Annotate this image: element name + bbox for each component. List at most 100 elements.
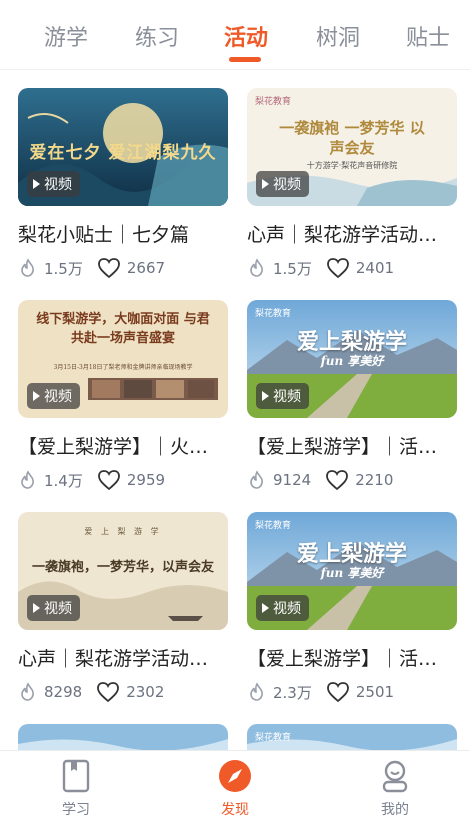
nav-discover[interactable]: 发现 bbox=[195, 759, 275, 819]
heart-icon[interactable] bbox=[326, 681, 350, 703]
thumbnail-text: 一袭旗袍，一梦芳华，以声会友 bbox=[31, 560, 214, 575]
thumbnail-subtext: fun 享美好 bbox=[320, 566, 384, 580]
heart-count: 2959 bbox=[126, 471, 166, 489]
heart-count: 2401 bbox=[355, 259, 395, 277]
video-card-partial[interactable] bbox=[18, 724, 228, 750]
video-card[interactable]: 梨花教育 爱上梨游学 fun 享美好 视频 【爱上梨游学】｜活… 9124 22… bbox=[247, 300, 457, 491]
video-badge: 视频 bbox=[256, 595, 309, 621]
card-title[interactable]: 梨花小贴士｜七夕篇 bbox=[18, 220, 232, 247]
tab-tieshi[interactable]: 贴士 bbox=[406, 20, 450, 52]
like-count: 2.3万 bbox=[273, 683, 312, 702]
play-icon bbox=[262, 603, 269, 613]
nav-label: 我的 bbox=[381, 802, 409, 818]
thumbnail-subtext: fun 享美好 bbox=[320, 354, 384, 368]
activity-feed[interactable]: 爱在七夕 爱江湖梨九久 视频 梨花小贴士｜七夕篇 1.5万 2667 梨花教育 … bbox=[0, 70, 470, 750]
card-title[interactable]: 心声｜梨花游学活动… bbox=[18, 644, 232, 671]
video-card[interactable]: 梨花教育 爱上梨游学 fun 享美好 视频 【爱上梨游学】｜活… 2.3万 25… bbox=[247, 512, 457, 703]
video-badge: 视频 bbox=[27, 171, 80, 197]
nav-profile[interactable]: 我的 bbox=[355, 759, 435, 819]
thumbnail-text: 爱在七夕 爱江湖梨九久 bbox=[29, 143, 217, 163]
video-card-partial[interactable]: 梨花教育 bbox=[247, 724, 457, 750]
flame-icon bbox=[250, 258, 263, 277]
badge-label: 视频 bbox=[44, 177, 72, 193]
active-tab-indicator bbox=[229, 57, 261, 62]
brand-logo: 梨花教育 bbox=[255, 97, 292, 107]
video-badge: 视频 bbox=[256, 383, 309, 409]
video-thumbnail[interactable]: 爱 上 梨 游 学 一袭旗袍，一梦芳华，以声会友 视频 bbox=[18, 512, 228, 630]
nav-label: 学习 bbox=[62, 802, 90, 818]
card-stats: 9124 2210 bbox=[247, 469, 457, 491]
thumbnail-subtext: 十方游学·梨花声音研修院 bbox=[306, 161, 398, 170]
tab-youxue[interactable]: 游学 bbox=[44, 20, 88, 52]
video-thumbnail[interactable]: 梨花教育 bbox=[247, 724, 457, 750]
card-stats: 1.5万 2401 bbox=[247, 257, 457, 279]
bottom-nav: 学习 发现 我的 bbox=[0, 750, 470, 820]
video-badge: 视频 bbox=[256, 171, 309, 197]
landscape-artwork bbox=[18, 724, 228, 750]
heart-icon[interactable] bbox=[96, 681, 120, 703]
video-thumbnail[interactable]: 爱在七夕 爱江湖梨九久 视频 bbox=[18, 88, 228, 206]
play-icon bbox=[33, 603, 40, 613]
flame-icon bbox=[250, 682, 263, 701]
brand-logo: 梨花教育 bbox=[255, 309, 292, 319]
video-thumbnail[interactable]: 梨花教育 爱上梨游学 fun 享美好 视频 bbox=[247, 512, 457, 630]
video-card[interactable]: 爱 上 梨 游 学 一袭旗袍，一梦芳华，以声会友 视频 心声｜梨花游学活动… 8… bbox=[18, 512, 228, 703]
heart-count: 2302 bbox=[126, 683, 165, 701]
like-count: 1.5万 bbox=[44, 259, 83, 278]
heart-count: 2667 bbox=[126, 259, 166, 277]
video-card[interactable]: 梨花教育 一袭旗袍 一梦芳华 以声会友 十方游学·梨花声音研修院 视频 心声｜梨… bbox=[247, 88, 457, 279]
video-card[interactable]: 线下梨游学，大咖面对面 与君共赴一场声音盛宴 3月15日-3月18日了梨老师和金… bbox=[18, 300, 228, 491]
video-thumbnail[interactable] bbox=[18, 724, 228, 750]
thumbnail-subtext: 3月15日-3月18日了梨老师和金牌讲师亲临现场教学 bbox=[53, 364, 193, 371]
heart-icon[interactable] bbox=[326, 257, 350, 279]
like-count: 8298 bbox=[44, 683, 83, 701]
book-icon bbox=[62, 759, 90, 793]
heart-icon[interactable] bbox=[97, 257, 121, 279]
brand-logo: 梨花教育 bbox=[255, 733, 292, 743]
badge-label: 视频 bbox=[44, 601, 72, 617]
thumbnail-text: 一袭旗袍 一梦芳华 以声会友 bbox=[279, 119, 425, 157]
heart-count: 2501 bbox=[355, 683, 395, 701]
flame-icon bbox=[21, 470, 34, 489]
card-stats: 1.5万 2667 bbox=[18, 257, 228, 279]
profile-icon bbox=[382, 760, 408, 793]
badge-label: 视频 bbox=[44, 389, 72, 405]
like-count: 1.5万 bbox=[273, 259, 312, 278]
video-thumbnail[interactable]: 梨花教育 爱上梨游学 fun 享美好 视频 bbox=[247, 300, 457, 418]
heart-icon[interactable] bbox=[97, 469, 121, 491]
video-badge: 视频 bbox=[27, 595, 80, 621]
video-badge: 视频 bbox=[27, 383, 80, 409]
card-title[interactable]: 【爱上梨游学】｜火… bbox=[18, 432, 232, 459]
top-tab-bar: 游学 练习 活动 树洞 贴士 bbox=[0, 0, 470, 70]
video-card[interactable]: 爱在七夕 爱江湖梨九久 视频 梨花小贴士｜七夕篇 1.5万 2667 bbox=[18, 88, 228, 279]
thumbnail-text: 线下梨游学，大咖面对面 与君共赴一场声音盛宴 bbox=[36, 312, 210, 346]
play-icon bbox=[33, 179, 40, 189]
like-count: 1.4万 bbox=[44, 471, 83, 490]
brand-logo: 梨花教育 bbox=[255, 521, 292, 531]
play-icon bbox=[262, 391, 269, 401]
heart-icon[interactable] bbox=[325, 469, 349, 491]
card-title[interactable]: 心声｜梨花游学活动… bbox=[247, 220, 461, 247]
thumbnail-subtext: 爱 上 梨 游 学 bbox=[84, 527, 162, 536]
nav-study[interactable]: 学习 bbox=[36, 759, 116, 819]
card-stats: 8298 2302 bbox=[18, 681, 228, 703]
card-stats: 2.3万 2501 bbox=[247, 681, 457, 703]
card-title[interactable]: 【爱上梨游学】｜活… bbox=[247, 432, 461, 459]
badge-label: 视频 bbox=[273, 177, 301, 193]
tab-shudong[interactable]: 树洞 bbox=[316, 20, 360, 52]
tab-huodong[interactable]: 活动 bbox=[224, 20, 268, 52]
video-thumbnail[interactable]: 线下梨游学，大咖面对面 与君共赴一场声音盛宴 3月15日-3月18日了梨老师和金… bbox=[18, 300, 228, 418]
video-thumbnail[interactable]: 梨花教育 一袭旗袍 一梦芳华 以声会友 十方游学·梨花声音研修院 视频 bbox=[247, 88, 457, 206]
play-icon bbox=[262, 179, 269, 189]
tab-lianxi[interactable]: 练习 bbox=[135, 20, 179, 52]
compass-icon bbox=[219, 760, 251, 792]
flame-icon bbox=[250, 470, 263, 489]
card-title[interactable]: 【爱上梨游学】｜活… bbox=[247, 644, 461, 671]
badge-label: 视频 bbox=[273, 389, 301, 405]
nav-label: 发现 bbox=[221, 802, 249, 818]
flame-icon bbox=[21, 682, 34, 701]
flame-icon bbox=[21, 258, 34, 277]
badge-label: 视频 bbox=[273, 601, 301, 617]
play-icon bbox=[33, 391, 40, 401]
like-count: 9124 bbox=[273, 471, 312, 489]
